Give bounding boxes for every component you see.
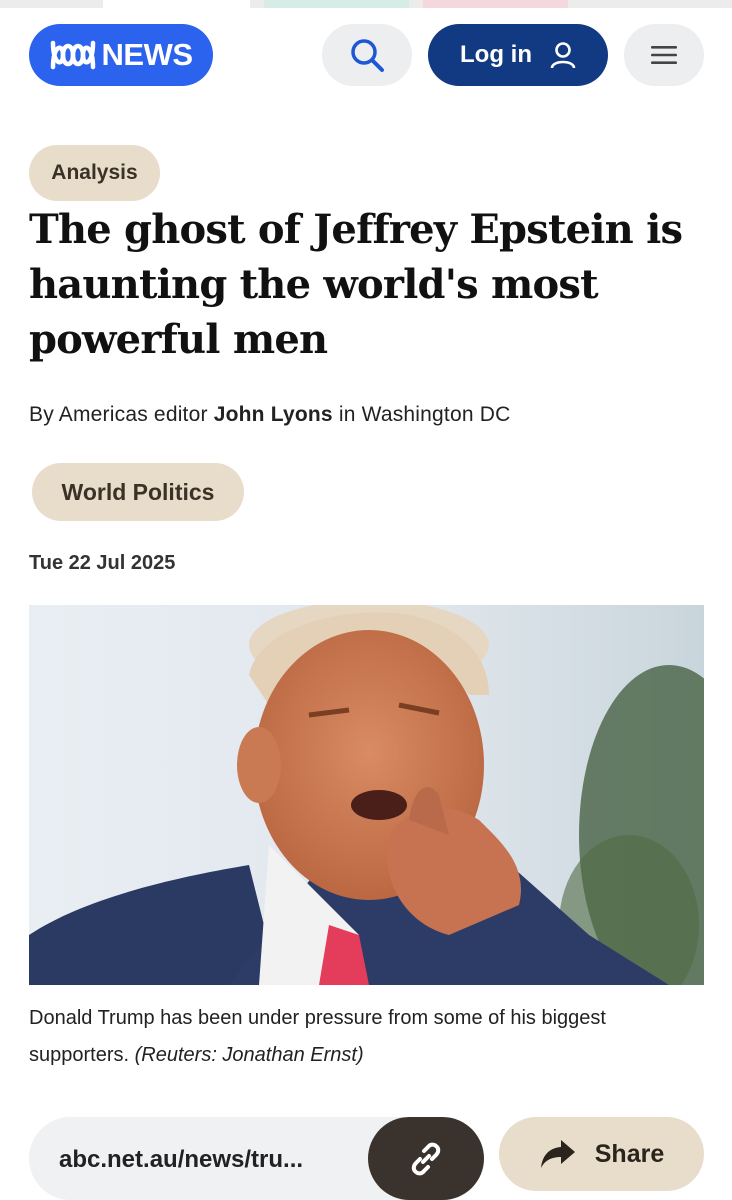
byline-suffix: in Washington DC xyxy=(338,403,511,426)
hamburger-menu-icon xyxy=(651,46,677,64)
byline-prefix: By Americas editor xyxy=(29,403,208,426)
article-hero-image xyxy=(29,605,704,985)
search-button[interactable] xyxy=(322,24,412,86)
user-icon xyxy=(550,42,576,69)
url-text: abc.net.au/news/tru... xyxy=(59,1146,304,1173)
abc-news-logo[interactable]: NEWS xyxy=(29,24,213,86)
site-header: NEWS Log in xyxy=(0,24,732,86)
abc-lissajous-icon xyxy=(50,40,95,70)
logo-text: NEWS xyxy=(101,37,194,72)
search-icon xyxy=(351,39,384,72)
author-link[interactable]: John Lyons xyxy=(214,403,333,426)
byline: By Americas editor John Lyons in Washing… xyxy=(29,403,511,427)
analysis-label: Analysis xyxy=(29,145,160,201)
share-arrow-icon xyxy=(540,1140,575,1168)
share-label: Share xyxy=(594,1139,665,1168)
article-headline: The ghost of Jeffrey Epstein is haunting… xyxy=(29,206,683,363)
login-button[interactable]: Log in xyxy=(428,24,608,86)
menu-button[interactable] xyxy=(624,24,704,86)
image-caption: Donald Trump has been under pressure fro… xyxy=(29,1000,689,1074)
top-tab-strip xyxy=(0,0,732,8)
publish-date: Tue 22 Jul 2025 xyxy=(29,552,176,574)
login-label: Log in xyxy=(460,41,532,68)
link-icon xyxy=(411,1142,441,1175)
share-button[interactable]: Share xyxy=(499,1117,704,1191)
copy-link-button[interactable] xyxy=(368,1117,484,1200)
photo-credit: (Reuters: Jonathan Ernst) xyxy=(134,1044,364,1066)
topic-tag-world-politics[interactable]: World Politics xyxy=(32,463,244,521)
